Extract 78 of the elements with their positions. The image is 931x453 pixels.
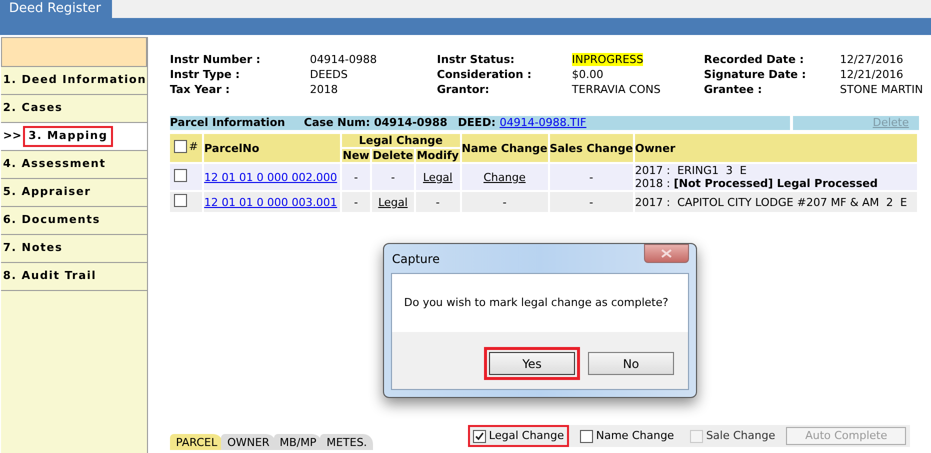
empty-mark: - [390,170,395,184]
hash-label: # [188,140,198,153]
change-link[interactable]: Legal [378,196,408,208]
field-value: 04914-0988 [310,53,377,66]
sidebar-label: 6. Documents [3,212,100,228]
field-label: Instr Number : [170,52,262,67]
sidebar-label: 8. Audit Trail [3,268,96,284]
field-value: DEEDS [310,68,348,81]
empty-mark: - [436,196,440,208]
current-marker: >> [3,128,22,144]
owner-line: 2018 : [Not Processed] Legal Processed [635,177,879,190]
field-label: Grantor: [436,82,490,97]
dialog-button[interactable]: No [588,352,674,375]
checkbox[interactable] [174,169,187,182]
sidebar-item[interactable]: >> 3. Mapping [1,123,147,151]
dialog-title: Capture [391,250,440,268]
field-label: Signature Date : [704,67,808,82]
owner-line: 2017 : ERING1 3 E [635,164,748,177]
empty-mark: - [589,196,594,208]
bottom-tab[interactable]: METES. [320,434,374,450]
field-label: Instr Type : [170,67,241,82]
close-icon [661,249,672,258]
header-cell: Name Change [462,134,548,162]
empty-mark: - [502,196,507,208]
field-value: 12/21/2016 [840,68,904,81]
checkbox-option[interactable]: Name Change [575,425,680,447]
checkbox[interactable] [580,430,593,442]
sidebar-label: 7. Notes [3,240,63,256]
app-tab[interactable]: Deed Register [0,0,112,18]
empty-mark: - [354,170,358,184]
field-value: $0.00 [572,68,604,81]
parcel-link[interactable]: 12 01 01 0 000 002.000 [204,170,338,184]
field-value: INPROGRESS [572,53,644,66]
field-value: TERRAVIA CONS [572,83,661,96]
close-button[interactable] [644,244,689,263]
dialog-message: Do you wish to mark legal change as complete? [404,294,668,311]
sidebar-label: 3. Mapping [23,126,113,147]
sidebar-label: 5. Appraiser [3,184,91,200]
header-cell: Delete [372,149,414,162]
field-value: STONE MARTIN [840,83,923,96]
owner-line: 2017 : CAPITOL CITY LODGE #207 MF & AM 2 E [635,196,908,208]
bottom-tab[interactable]: OWNER [221,434,276,450]
parcel-link[interactable]: 12 01 01 0 000 003.001 [204,196,338,208]
header-cell: Modify [416,149,460,162]
bottom-tab[interactable]: PARCEL [170,434,224,450]
header-cell: Owner [635,134,917,162]
checkbox[interactable] [174,194,187,207]
checkbox[interactable] [174,140,187,153]
change-link[interactable]: Legal [423,170,452,184]
field-value: 2018 [310,83,338,96]
checkbox[interactable] [472,430,486,442]
header-cell: Legal Change [342,134,460,147]
checkbox-label: Legal Change [488,428,564,444]
field-value: 12/27/2016 [840,53,904,66]
deed-file-link[interactable]: 04914-0988.TIF [500,116,586,130]
header-cell: New [342,149,370,162]
deed-label: DEED: [458,116,496,130]
bottom-tab[interactable]: MB/MP [274,434,322,450]
header-cell: ParcelNo [204,134,340,162]
check-icon [474,432,484,440]
header-cell: Sales Change [550,134,634,162]
dialog-button[interactable]: Yes [489,352,575,375]
change-link[interactable]: Change [484,170,526,184]
field-label: Consideration : [436,67,533,82]
checkbox-option[interactable]: Legal Change [468,425,569,447]
empty-mark: - [354,196,358,208]
field-label: Grantee : [704,82,764,97]
case-number: Case Num: 04914-0988 [304,116,448,130]
field-label: Recorded Date : [704,52,805,67]
checkbox-label: Name Change [596,428,674,444]
field-label: Instr Status: [436,52,516,67]
field-label: Tax Year : [170,82,231,97]
sidebar-label: 2. Cases [3,100,63,116]
bar-title: Parcel Information [170,116,286,130]
checkbox-label: Sale Change [706,428,776,444]
sidebar-label: 1. Deed Information [3,72,146,88]
sidebar-label: 4. Assessment [3,156,106,172]
empty-mark: - [589,170,594,184]
